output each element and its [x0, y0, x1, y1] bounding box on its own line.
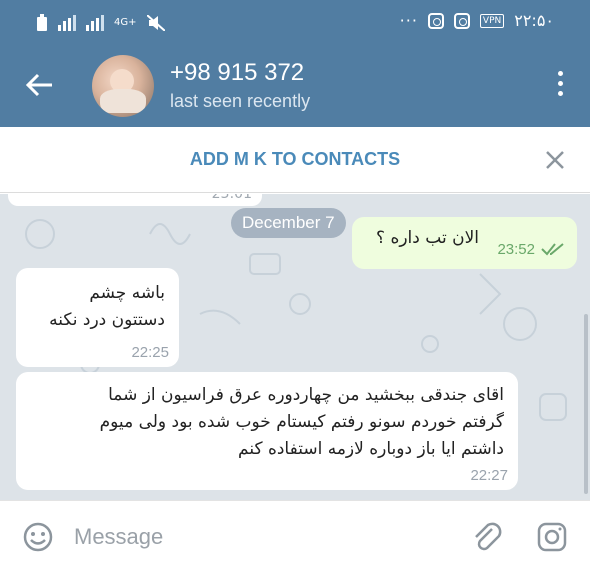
clock: ۲۲:۵۰ — [514, 11, 554, 30]
more-menu-icon[interactable] — [556, 71, 564, 101]
chat-header: +98 915 372 last seen recently — [0, 45, 590, 127]
emoji-icon[interactable] — [22, 521, 54, 553]
message-text: الان تب داره ؟ — [376, 228, 479, 248]
chat-area[interactable]: 23:01 December 7 الان تب داره ؟ 23:52 با… — [0, 194, 590, 500]
message-time: 22:25 — [131, 344, 169, 361]
avatar[interactable] — [92, 55, 154, 117]
double-check-icon — [541, 243, 564, 256]
incoming-message[interactable]: باشه چشم دستتون درد نکنه 22:25 — [16, 268, 179, 367]
contact-name[interactable]: +98 915 372 — [170, 59, 304, 87]
scrollbar[interactable] — [584, 314, 588, 494]
status-left: 4G+ — [36, 12, 165, 34]
outgoing-message[interactable]: الان تب داره ؟ 23:52 — [352, 217, 577, 269]
mute-icon — [146, 15, 165, 31]
close-icon[interactable] — [544, 149, 566, 171]
date-divider: December 7 — [231, 208, 346, 238]
message-time: 23:52 — [497, 241, 535, 258]
message-input[interactable] — [74, 519, 434, 555]
network-type: 4G+ — [114, 17, 137, 28]
signal-icon — [58, 15, 76, 31]
message-time: 23:01 — [211, 194, 252, 202]
incoming-message[interactable]: اقای جندقی ببخشید من چهاردوره عرق فراسیو… — [16, 372, 518, 490]
message-time: 22:27 — [470, 467, 508, 484]
message-text: باشه چشم دستتون درد نکنه — [49, 283, 165, 330]
vpn-badge: VPN — [479, 14, 505, 28]
status-bar: 4G+ ··· VPN ۲۲:۵۰ — [0, 0, 590, 45]
signal-icon-2 — [86, 15, 104, 31]
battery-icon — [37, 14, 47, 31]
add-contact-bar: ADD M K TO CONTACTS — [0, 127, 590, 193]
status-right: ··· VPN ۲۲:۵۰ — [400, 10, 554, 32]
instagram-icon-2 — [453, 13, 470, 29]
contact-status: last seen recently — [170, 91, 311, 111]
add-contact-button[interactable]: ADD M K TO CONTACTS — [0, 149, 590, 170]
message-composer — [0, 500, 590, 574]
previous-message[interactable]: 23:01 — [8, 194, 262, 206]
back-arrow-icon[interactable] — [24, 69, 56, 101]
overflow-dots: ··· — [399, 11, 418, 30]
instagram-icon — [427, 13, 444, 29]
message-text: اقای جندقی ببخشید من چهاردوره عرق فراسیو… — [99, 385, 504, 459]
instagram-camera-icon[interactable] — [536, 521, 568, 553]
paperclip-icon[interactable] — [470, 519, 502, 555]
